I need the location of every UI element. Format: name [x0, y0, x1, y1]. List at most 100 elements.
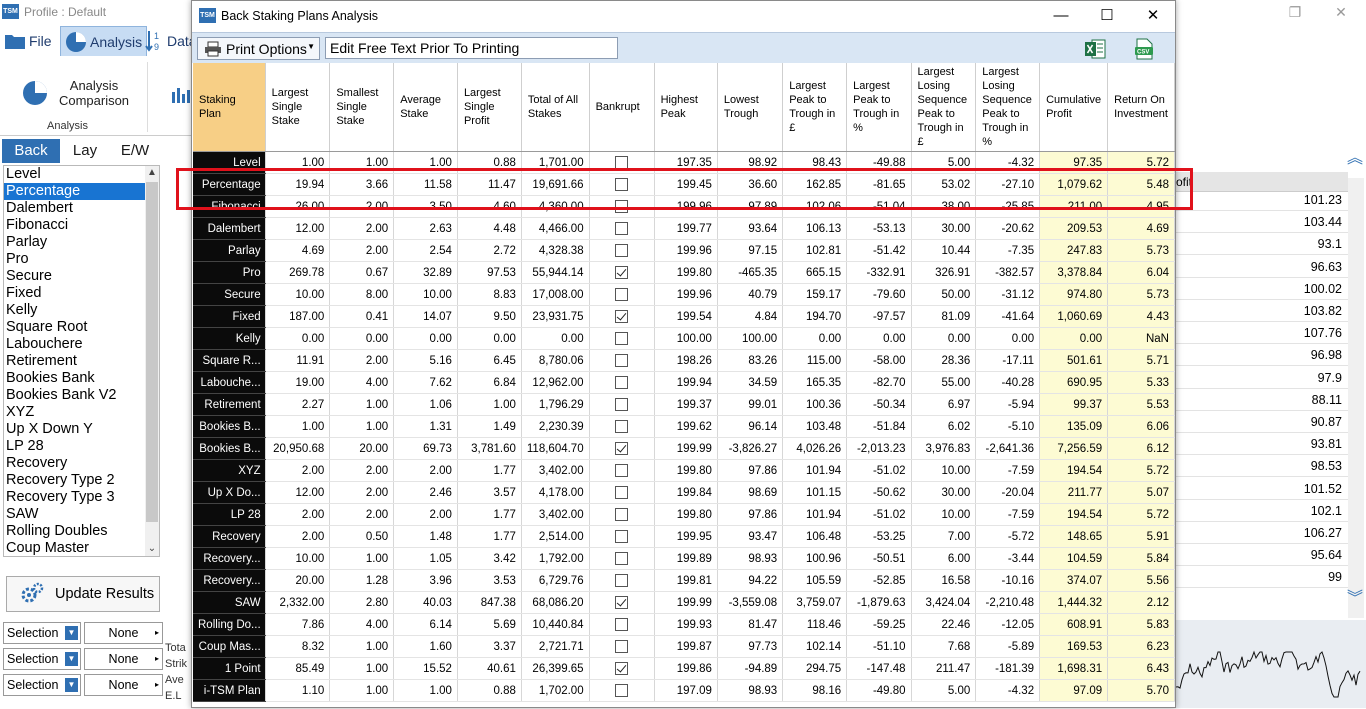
list-scrollbar[interactable]: ▲ ⌄	[145, 166, 159, 556]
table-row[interactable]: Percentage 19.94 3.66 11.58 11.47 19,691.66 19…	[193, 173, 1175, 196]
column-header[interactable]: Largest Peak to Trough in £	[782, 63, 848, 152]
list-item[interactable]: Recovery Type 2	[4, 472, 159, 489]
selection-dropdown[interactable]: Selection ▼	[3, 622, 81, 644]
table-row[interactable]: XYZ 2.00 2.00 2.00 1.77 3,402.00 199.80 97.86 10…	[193, 459, 1175, 482]
table-row[interactable]: Pro 269.78 0.67 32.89 97.53 55,944.14 199.80 -4…	[193, 261, 1175, 284]
tab-data[interactable]: 19 Data	[144, 26, 197, 56]
analysis-comparison-button[interactable]: Analysis Comparison	[22, 78, 134, 108]
tab-back[interactable]: Back	[2, 139, 60, 163]
table-row[interactable]: Parlay 4.69 2.00 2.54 2.72 4,328.38 199.96 97.1…	[193, 239, 1175, 262]
list-item[interactable]: Dalembert	[4, 200, 159, 217]
bankrupt-checkbox[interactable]	[615, 178, 629, 191]
table-row[interactable]: Secure 10.00 8.00 10.00 8.83 17,008.00 199.96 4…	[193, 283, 1175, 306]
table-row[interactable]: Fixed 187.00 0.41 14.07 9.50 23,931.75 199.54 4…	[193, 305, 1175, 328]
table-row[interactable]: i-TSM Plan 1.10 1.00 1.00 0.88 1,702.00 197.09…	[193, 679, 1175, 702]
list-item[interactable]: Coup Master	[4, 540, 159, 556]
column-header[interactable]: Staking Plan	[193, 63, 266, 152]
table-row[interactable]: Labouche... 19.00 4.00 7.62 6.84 12,962.00 199…	[193, 371, 1175, 394]
list-item[interactable]: Parlay	[4, 234, 159, 251]
bankrupt-checkbox[interactable]	[615, 662, 629, 675]
minimize-icon[interactable]: —	[1046, 5, 1076, 27]
selection-value-dropdown[interactable]: None ▸	[84, 648, 163, 670]
bar-chart-icon[interactable]	[170, 84, 192, 104]
bankrupt-checkbox[interactable]	[615, 376, 629, 389]
print-options-button[interactable]: Print Options ▼	[197, 37, 320, 60]
maximize-icon[interactable]: ☐	[1092, 5, 1122, 27]
excel-export-icon[interactable]	[1084, 38, 1106, 60]
bankrupt-checkbox[interactable]	[615, 222, 629, 235]
table-row[interactable]: Bookies B... 1.00 1.00 1.31 1.49 2,230.39 199.…	[193, 415, 1175, 438]
column-header[interactable]: Return On Investment	[1107, 63, 1175, 152]
list-item[interactable]: Percentage	[4, 183, 159, 200]
table-row[interactable]: LP 28 2.00 2.00 2.00 1.77 3,402.00 199.80 97.86…	[193, 503, 1175, 526]
list-item[interactable]: Square Root	[4, 319, 159, 336]
column-header[interactable]: Largest Losing Sequence Peak to Trough i…	[911, 63, 977, 152]
list-item[interactable]: XYZ	[4, 404, 159, 421]
tab-analysis[interactable]: Analysis	[60, 26, 148, 56]
list-item[interactable]: Bookies Bank	[4, 370, 159, 387]
bankrupt-checkbox[interactable]	[615, 332, 629, 345]
bg-restore-icon[interactable]: ❐	[1280, 2, 1310, 22]
scroll-down-icon[interactable]: ⌄	[145, 542, 159, 556]
table-row[interactable]: Up X Do... 12.00 2.00 2.46 3.57 4,178.00 199.8…	[193, 481, 1175, 504]
column-header[interactable]: Bankrupt	[589, 63, 655, 152]
table-row[interactable]: SAW 2,332.00 2.80 40.03 847.38 68,086.20 199.9…	[193, 591, 1175, 614]
column-header[interactable]: Average Stake	[393, 63, 458, 152]
chevron-up-icon[interactable]: ︽	[1347, 144, 1363, 168]
bankrupt-checkbox[interactable]	[615, 266, 629, 279]
bankrupt-checkbox[interactable]	[615, 596, 629, 609]
bankrupt-checkbox[interactable]	[615, 442, 629, 455]
scroll-up-icon[interactable]: ▲	[145, 166, 159, 180]
update-results-button[interactable]: Update Results	[6, 576, 160, 612]
table-row[interactable]: Recovery... 10.00 1.00 1.05 3.42 1,792.00 199.…	[193, 547, 1175, 570]
list-item[interactable]: SAW	[4, 506, 159, 523]
tab-file[interactable]: File	[4, 26, 52, 56]
results-scrollbar[interactable]	[1348, 178, 1364, 618]
staking-plan-list[interactable]: Level Percentage Dalembert Fibonacci Parlay P…	[3, 165, 160, 557]
bankrupt-checkbox[interactable]	[615, 464, 629, 477]
bankrupt-checkbox[interactable]	[615, 640, 629, 653]
table-row[interactable]: 1 Point 85.49 1.00 15.52 40.61 26,399.65 199.8…	[193, 657, 1175, 680]
selection-dropdown[interactable]: Selection ▼	[3, 648, 81, 670]
list-item[interactable]: Bookies Bank V2	[4, 387, 159, 404]
bankrupt-checkbox[interactable]	[615, 398, 629, 411]
bankrupt-checkbox[interactable]	[615, 508, 629, 521]
list-item[interactable]: Rolling Doubles	[4, 523, 159, 540]
table-row[interactable]: Dalembert 12.00 2.00 2.63 4.48 4,466.00 199.77…	[193, 217, 1175, 240]
bankrupt-checkbox[interactable]	[615, 420, 629, 433]
table-row[interactable]: Coup Mas... 8.32 1.00 1.60 3.37 2,721.71 199.8…	[193, 635, 1175, 658]
tab-lay[interactable]: Lay	[60, 139, 110, 163]
bankrupt-checkbox[interactable]	[615, 244, 629, 257]
table-row[interactable]: Square R... 11.91 2.00 5.16 6.45 8,780.06 198.…	[193, 349, 1175, 372]
column-header[interactable]: Largest Single Profit	[457, 63, 522, 152]
tab-ew[interactable]: E/W	[110, 139, 160, 163]
bankrupt-checkbox[interactable]	[615, 684, 629, 697]
list-item[interactable]: Recovery Type 3	[4, 489, 159, 506]
csv-export-icon[interactable]: CSV	[1133, 38, 1155, 60]
list-item[interactable]: Secure	[4, 268, 159, 285]
bankrupt-checkbox[interactable]	[615, 288, 629, 301]
bankrupt-checkbox[interactable]	[615, 200, 629, 213]
list-item[interactable]: Kelly	[4, 302, 159, 319]
list-item[interactable]: Up X Down Y	[4, 421, 159, 438]
bankrupt-checkbox[interactable]	[615, 354, 629, 367]
selection-value-dropdown[interactable]: None ▸	[84, 674, 163, 696]
bankrupt-checkbox[interactable]	[615, 552, 629, 565]
column-header[interactable]: Total of All Stakes	[521, 63, 590, 152]
column-header[interactable]: Largest Single Stake	[265, 63, 331, 152]
bankrupt-checkbox[interactable]	[615, 486, 629, 499]
free-text-input[interactable]	[325, 37, 618, 59]
table-row[interactable]: Rolling Do... 7.86 4.00 6.14 5.69 10,440.84 19…	[193, 613, 1175, 636]
list-item[interactable]: Fibonacci	[4, 217, 159, 234]
list-item[interactable]: LP 28	[4, 438, 159, 455]
list-item[interactable]: Labouchere	[4, 336, 159, 353]
list-item[interactable]: Recovery	[4, 455, 159, 472]
selection-dropdown[interactable]: Selection ▼	[3, 674, 81, 696]
bankrupt-checkbox[interactable]	[615, 310, 629, 323]
bankrupt-checkbox[interactable]	[615, 574, 629, 587]
table-row[interactable]: Retirement 2.27 1.00 1.06 1.00 1,796.29 199.37…	[193, 393, 1175, 416]
list-item[interactable]: Level	[4, 166, 159, 183]
bg-close-icon[interactable]: ✕	[1326, 2, 1356, 22]
list-item[interactable]: Pro	[4, 251, 159, 268]
table-row[interactable]: Recovery... 20.00 1.28 3.96 3.53 6,729.76 199.…	[193, 569, 1175, 592]
